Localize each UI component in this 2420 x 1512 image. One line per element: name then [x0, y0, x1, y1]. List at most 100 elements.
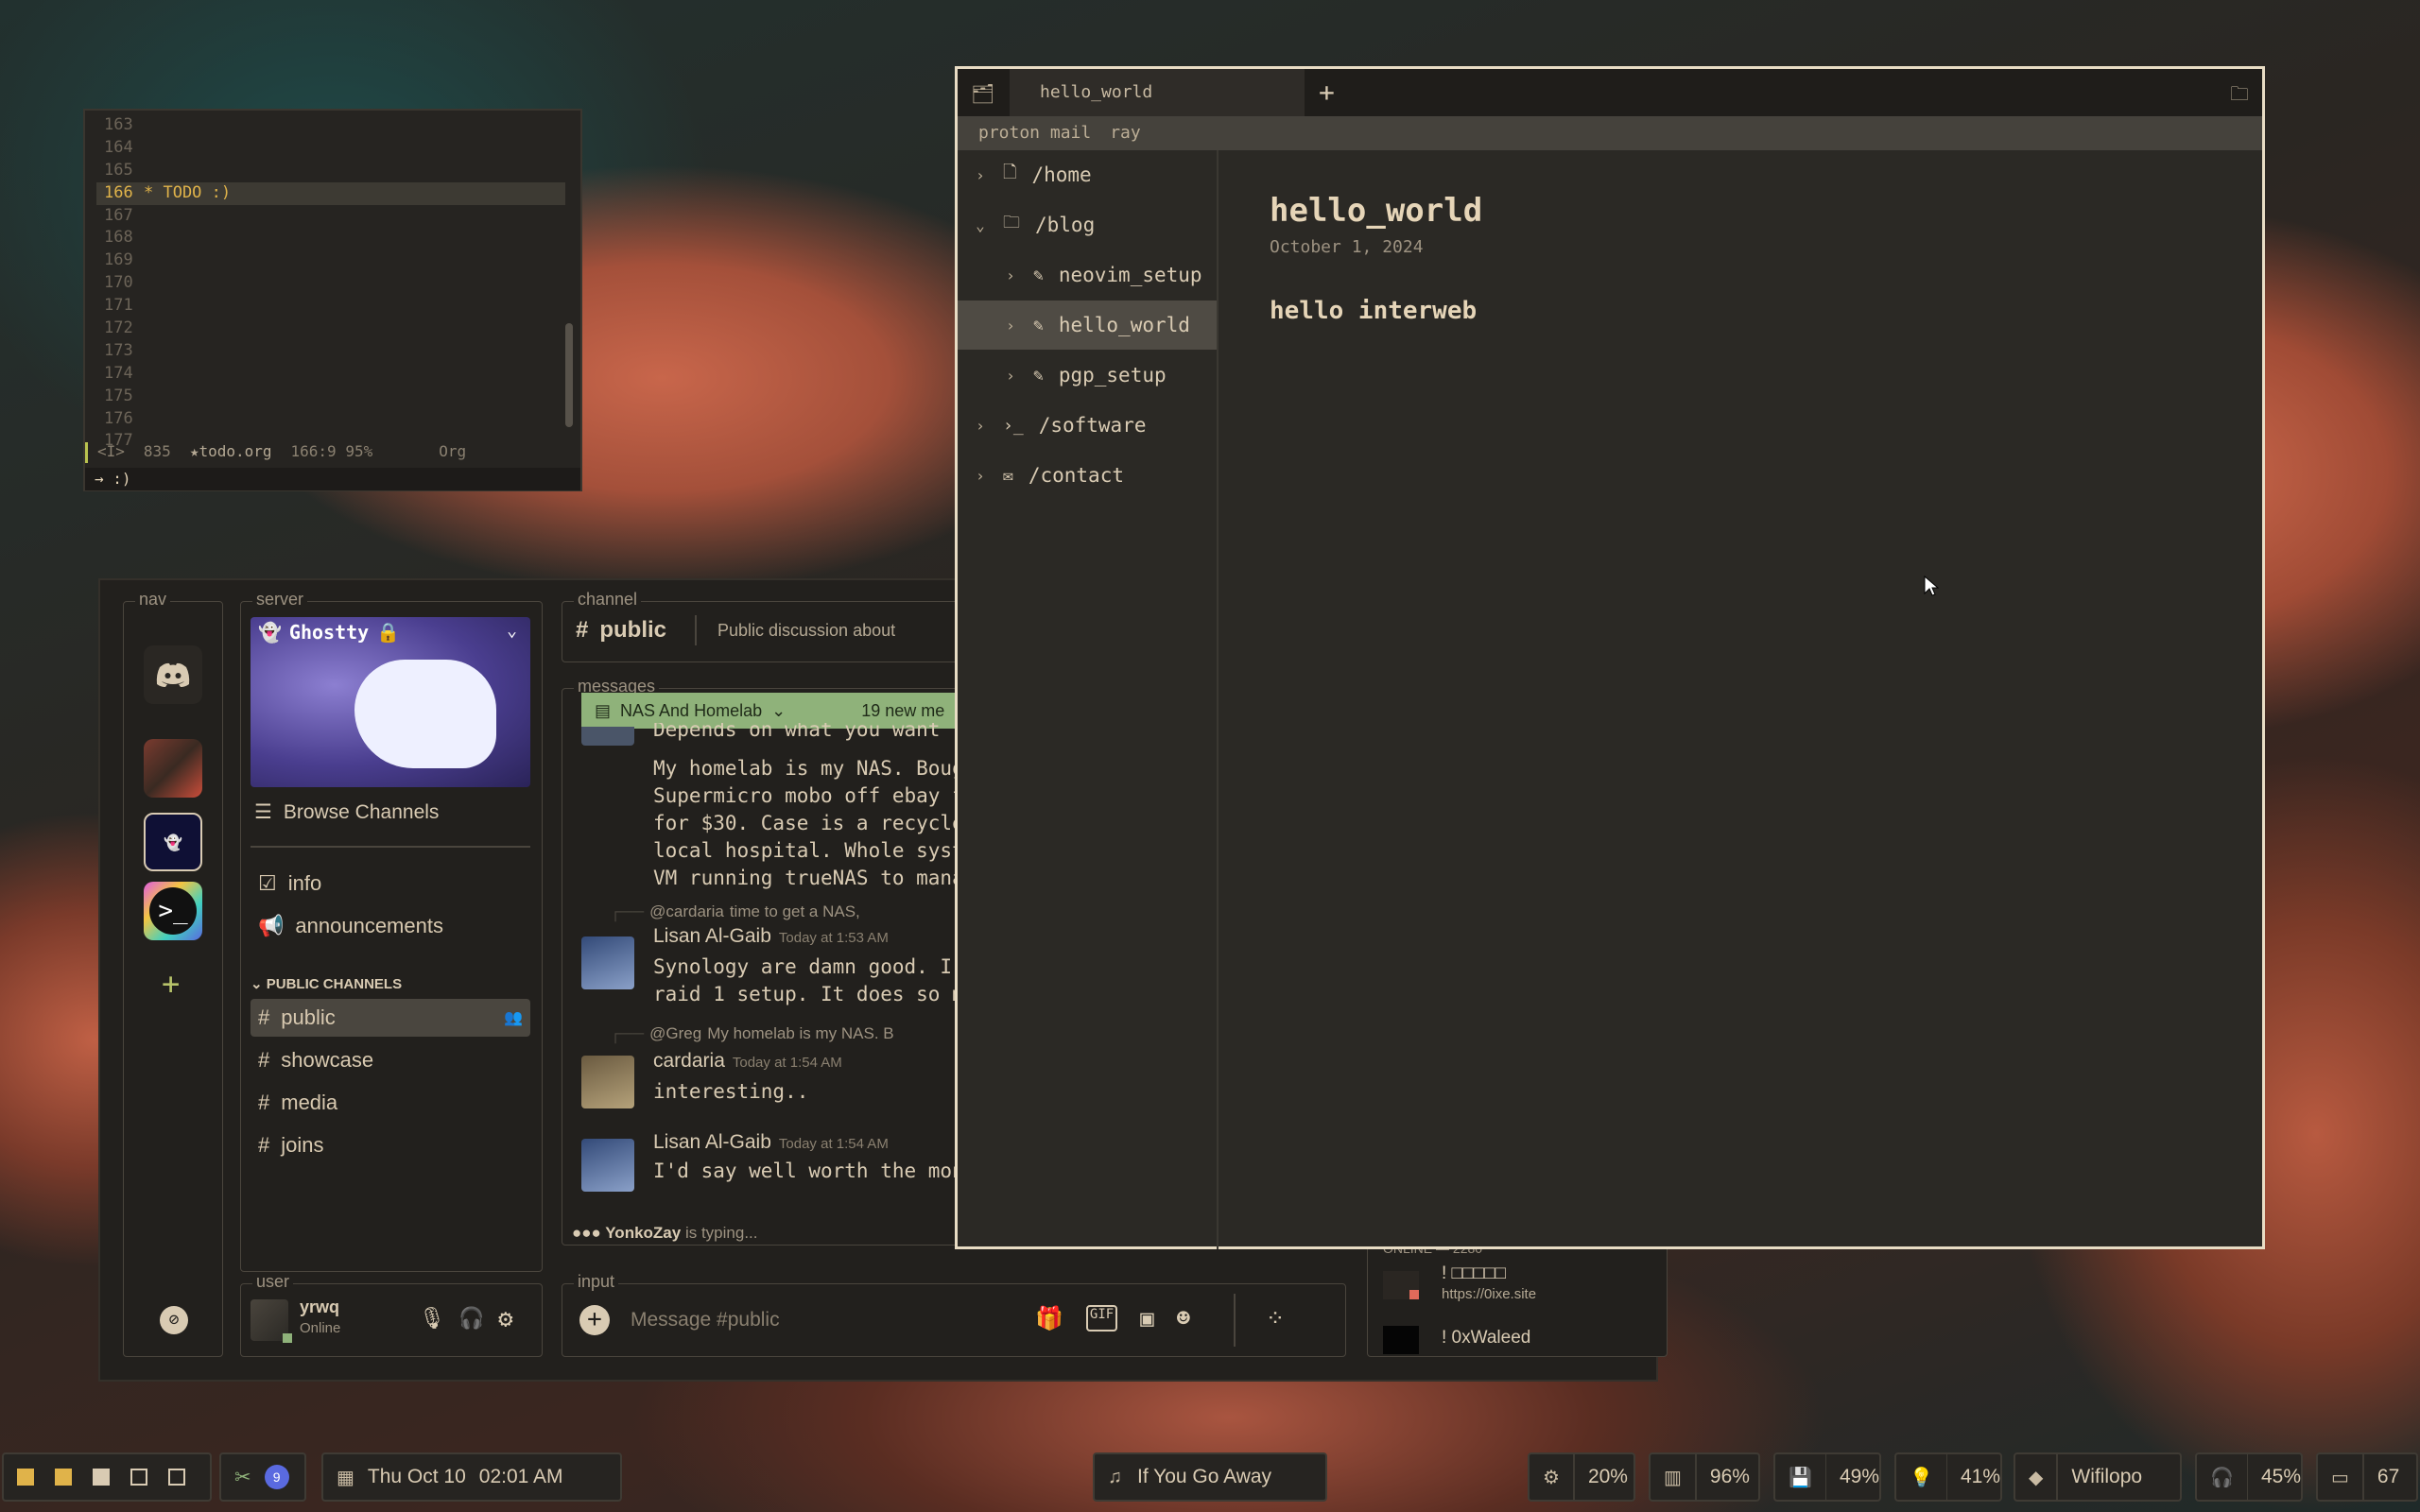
article-heading: hello interweb [1270, 297, 1478, 325]
editor-line[interactable]: 168 [96, 227, 565, 249]
tree-item-blog[interactable]: ⌄ 🗀 /blog [958, 200, 1217, 249]
chevron-right-icon[interactable]: › [1003, 266, 1018, 284]
avatar[interactable] [581, 1056, 634, 1108]
editor-line[interactable]: 175 [96, 386, 565, 408]
bookmark-proton-mail[interactable]: proton mail [978, 116, 1091, 150]
reply-reference[interactable]: ┌── @cardaria time to get a NAS, [610, 902, 860, 921]
ram-widget[interactable]: ▥ 96% [1649, 1452, 1760, 1502]
editor-line[interactable]: 173 [96, 340, 565, 363]
explore-icon[interactable]: ⊘ [160, 1306, 188, 1334]
bookmark-ray[interactable]: ray [1110, 116, 1141, 150]
ghostty-server-icon[interactable]: 👻 [144, 813, 202, 871]
notification-badge[interactable]: 9 [264, 1465, 289, 1489]
media-player[interactable]: ♫ If You Go Away [1093, 1452, 1327, 1502]
editor-line[interactable]: 164 [96, 137, 565, 160]
member-name[interactable]: ! 0xWaleed [1442, 1328, 1530, 1349]
cpu-widget[interactable]: ⚙ 20% [1528, 1452, 1635, 1502]
chevron-right-icon[interactable]: › [973, 166, 988, 184]
tree-item-hello_world[interactable]: › ✎ hello_world [958, 301, 1217, 350]
section-public-channels[interactable]: ⌄ PUBLIC CHANNELS [251, 975, 402, 992]
editor-line[interactable]: 174 [96, 363, 565, 386]
browser-window[interactable]: 🗂 hello_world + 🗀 proton mail ray › 🗋 /hom… [955, 66, 2265, 1249]
editor-line[interactable]: 166 * TODO :) [96, 181, 565, 205]
volume-widget[interactable]: 🎧 45% [2195, 1452, 2303, 1502]
line-number: 175 [104, 386, 133, 405]
discord-home-icon[interactable] [144, 645, 202, 704]
tree-item-pgp_setup[interactable]: › ✎ pgp_setup [958, 351, 1217, 400]
workspace-3[interactable] [93, 1469, 110, 1486]
workspace-4[interactable] [130, 1469, 147, 1486]
mute-mic-icon[interactable]: 🎙 [419, 1307, 445, 1331]
folder-icon[interactable]: 🗀 [2230, 80, 2249, 112]
tab-hello-world[interactable]: hello_world [1010, 69, 1305, 116]
editor-line[interactable]: 169 [96, 249, 565, 272]
sticker-icon[interactable]: ▣ [1140, 1305, 1153, 1332]
disk-widget[interactable]: 💾 49% [1773, 1452, 1881, 1502]
status-count: 835 [143, 442, 171, 460]
disk-icon: 💾 [1789, 1467, 1812, 1488]
channel-showcase[interactable]: # showcase [251, 1041, 530, 1079]
workspace-1[interactable] [17, 1469, 34, 1486]
gif-icon[interactable]: GIF [1085, 1305, 1118, 1332]
editor-line[interactable]: 176 [96, 408, 565, 431]
terminal-server-icon[interactable]: >_ [144, 882, 202, 940]
message-input[interactable]: Message #public [631, 1309, 780, 1332]
add-member-icon[interactable]: 👥 [504, 1008, 523, 1027]
apps-icon[interactable]: ⁘ [1266, 1305, 1285, 1332]
chevron-right-icon[interactable]: › [1003, 317, 1018, 335]
wifi-icon: ◆ [2029, 1467, 2044, 1488]
username[interactable]: Lisan Al-Gaib [653, 925, 771, 947]
tree-item-contact[interactable]: › ✉ /contact [958, 451, 1217, 500]
editor-line[interactable]: 167 [96, 205, 565, 228]
editor-window[interactable]: 163 164 165 166 * TODO :) 167 168 169 170 171 172 1… [83, 109, 582, 491]
lightbulb-icon: 💡 [1910, 1467, 1933, 1488]
tree-item-neovim_setup[interactable]: › ✎ neovim_setup [958, 250, 1217, 300]
new-tab-icon[interactable]: + [1319, 77, 1335, 108]
workspace-5[interactable] [168, 1469, 185, 1486]
browse-channels-button[interactable]: ☰ Browse Channels [254, 800, 439, 824]
avatar[interactable] [581, 936, 634, 989]
chevron-right-icon[interactable]: › [1003, 367, 1018, 385]
attach-plus-icon[interactable]: + [579, 1305, 610, 1335]
wifi-widget[interactable]: ◆ Wifilopo [2014, 1452, 2182, 1502]
members-panel[interactable]: ONLINE — 2280 ! □□□□□ https://0ixe.site … [1367, 1241, 1668, 1357]
channel-announcements[interactable]: 📢 announcements [251, 907, 530, 945]
chevron-down-icon[interactable]: ⌄ [507, 621, 517, 641]
channel-media[interactable]: # media [251, 1084, 530, 1122]
workspace-2[interactable] [55, 1469, 72, 1486]
avatar[interactable] [581, 1139, 634, 1192]
tab-overview-icon[interactable]: 🗂 [971, 82, 994, 105]
channel-info[interactable]: ☑ info [251, 865, 530, 902]
brightness-widget[interactable]: 💡 41% [1894, 1452, 2002, 1502]
editor-line[interactable]: 165 [96, 160, 565, 182]
channel-joins[interactable]: # joins [251, 1126, 530, 1164]
username[interactable]: Lisan Al-Gaib [653, 1131, 771, 1153]
editor-line[interactable]: 170 [96, 272, 565, 295]
emoji-icon[interactable]: ☻ [1177, 1305, 1190, 1332]
scissors-icon[interactable]: ✂ [234, 1466, 251, 1489]
tree-item-software[interactable]: › ›_ /software [958, 401, 1217, 450]
gift-icon[interactable]: 🎁 [1035, 1305, 1063, 1332]
member-name[interactable]: ! □□□□□ [1442, 1263, 1506, 1284]
chevron-right-icon[interactable]: › [973, 417, 988, 435]
editor-line[interactable]: 172 [96, 318, 565, 340]
editor-scrollbar[interactable] [565, 323, 573, 427]
clock[interactable]: ▦ Thu Oct 10 02:01 AM [321, 1452, 622, 1502]
gear-icon[interactable]: ⚙ [498, 1305, 513, 1333]
avatar[interactable] [1383, 1326, 1419, 1354]
editor-cmdline[interactable]: → :) [85, 468, 580, 490]
tree-item-home[interactable]: › 🗋 /home [958, 150, 1217, 199]
server-banner[interactable]: 👻 Ghostty 🔒 ⌄ [251, 617, 530, 787]
reply-reference[interactable]: ┌── @Greg My homelab is my NAS. B [610, 1024, 894, 1043]
battery-widget[interactable]: ▭ 67 [2316, 1452, 2418, 1502]
editor-lines[interactable]: 163 164 165 166 * TODO :) 167 168 169 170 171 172 1… [96, 114, 565, 453]
channel-public[interactable]: # public 👥 [251, 999, 530, 1037]
chevron-right-icon[interactable]: › [973, 467, 988, 485]
headphones-icon[interactable]: 🎧 [458, 1307, 484, 1331]
server-folder-icon[interactable] [144, 739, 202, 798]
username[interactable]: cardaria [653, 1050, 725, 1072]
editor-line[interactable]: 171 [96, 295, 565, 318]
chevron-down-icon[interactable]: ⌄ [973, 216, 988, 234]
editor-line[interactable]: 163 [96, 114, 565, 137]
add-server-icon[interactable]: + [162, 966, 180, 1002]
